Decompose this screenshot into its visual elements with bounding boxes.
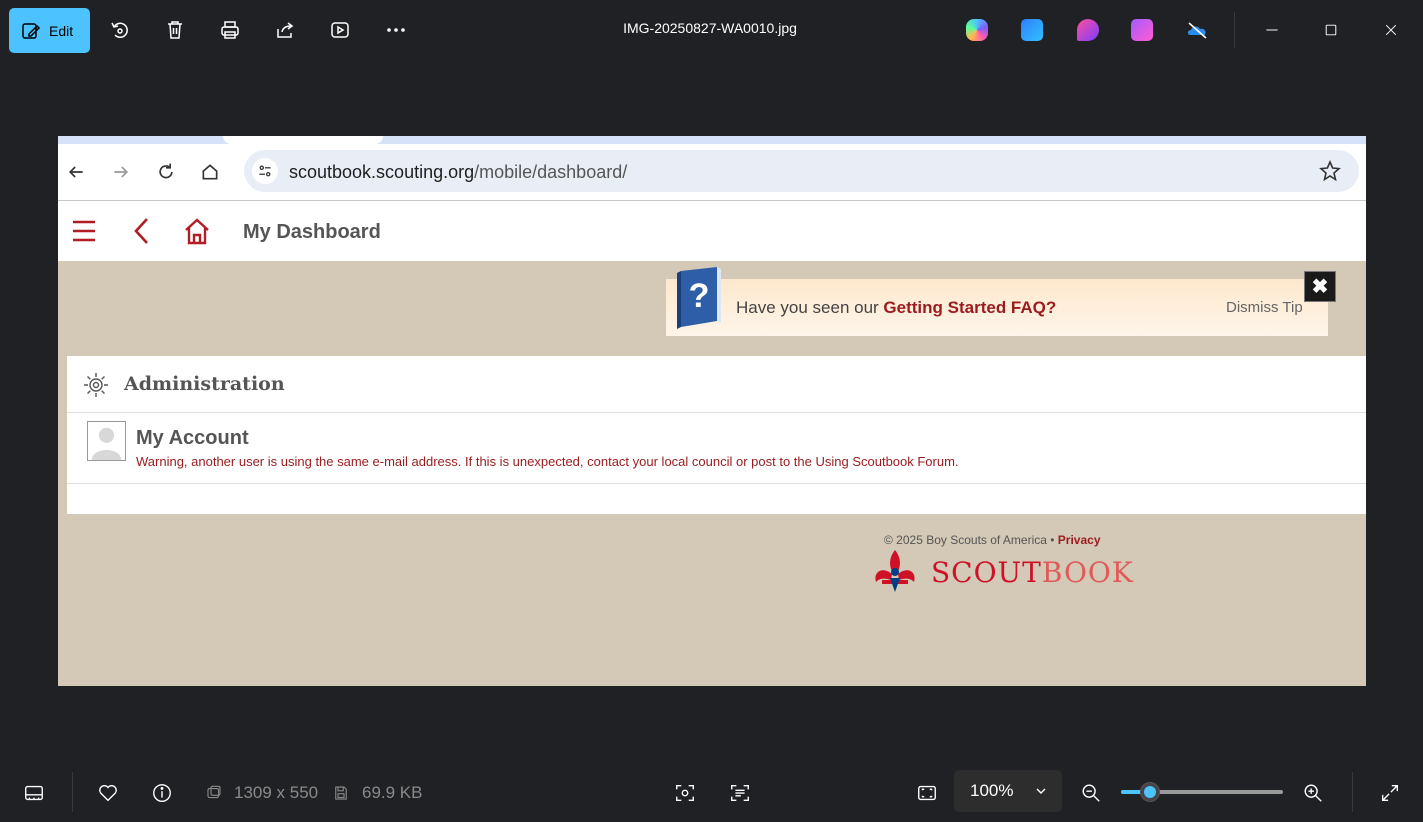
app-header: My Dashboard — [58, 201, 1366, 261]
fit-to-window-icon[interactable] — [915, 781, 939, 805]
administration-title: Administration — [124, 373, 285, 395]
edit-label: Edit — [49, 22, 74, 39]
image-dimensions: 1309 x 550 — [234, 783, 319, 802]
dimensions-icon — [202, 781, 226, 805]
footer-copyright: © 2025 Boy Scouts of America • Privacy — [884, 533, 1101, 547]
help-book-icon: ? — [677, 267, 721, 329]
url-text: scoutbook.scouting.org/mobile/dashboard/ — [289, 162, 628, 182]
window-separator — [1234, 12, 1235, 48]
favorite-heart-icon[interactable] — [96, 781, 120, 805]
gear-icon — [84, 373, 108, 397]
rotate-icon[interactable] — [107, 17, 133, 43]
bookmark-star-icon — [1319, 160, 1341, 182]
info-icon[interactable] — [150, 781, 174, 805]
chevron-down-icon — [1036, 788, 1046, 794]
filmstrip-icon[interactable] — [22, 781, 46, 805]
close-tip-button: ✖ — [1304, 271, 1336, 302]
file-title: IMG-20250827-WA0010.jpg — [623, 20, 797, 36]
onedrive-off-icon[interactable] — [1186, 19, 1208, 41]
site-settings-icon — [252, 158, 278, 184]
zoom-dropdown[interactable]: 100% — [954, 770, 1062, 812]
privacy-link: Privacy — [1057, 533, 1101, 547]
designer-icon[interactable] — [1077, 19, 1099, 41]
minimize-button[interactable] — [1259, 17, 1285, 43]
bottom-toolbar: 1309 x 550 69.9 KB 100% — [0, 762, 1423, 822]
visual-search-icon[interactable] — [673, 781, 697, 805]
zoom-slider-thumb[interactable] — [1140, 782, 1160, 802]
my-account-title: My Account — [136, 427, 249, 449]
delete-icon[interactable] — [162, 17, 188, 43]
slideshow-icon[interactable] — [327, 17, 353, 43]
hamburger-menu-icon — [73, 220, 95, 242]
scoutbook-wordmark: SCOUTBOOK — [931, 556, 1134, 589]
displayed-image: scoutbook.scouting.org/mobile/dashboard/… — [58, 136, 1366, 686]
home-icon — [185, 218, 209, 245]
more-icon[interactable] — [383, 17, 409, 43]
dismiss-tip-link: Dismiss Tip — [1226, 299, 1303, 316]
page-title: My Dashboard — [243, 221, 381, 243]
close-window-button[interactable] — [1378, 17, 1404, 43]
browser-home-icon — [198, 160, 222, 184]
share-icon[interactable] — [272, 17, 298, 43]
browser-back-icon — [64, 160, 88, 184]
copilot-icon[interactable] — [966, 19, 988, 41]
maximize-button[interactable] — [1318, 17, 1344, 43]
file-size-icon — [329, 781, 353, 805]
photos-app-icon[interactable] — [1021, 19, 1043, 41]
zoom-slider[interactable] — [1121, 782, 1283, 802]
edit-icon — [22, 22, 41, 39]
browser-toolbar: scoutbook.scouting.org/mobile/dashboard/ — [58, 144, 1366, 200]
dashboard-panel: Administration My Account Warning, anoth… — [67, 356, 1366, 514]
back-chevron-icon — [134, 218, 148, 244]
zoom-out-icon[interactable] — [1079, 781, 1103, 805]
faq-link: Getting Started FAQ? — [883, 298, 1057, 317]
fullscreen-icon[interactable] — [1378, 781, 1402, 805]
fleur-de-lis-logo — [875, 550, 915, 592]
edit-button[interactable]: Edit — [9, 8, 90, 53]
my-account-row: My Account Warning, another user is usin… — [67, 413, 1366, 484]
tip-banner: Have you seen our Getting Started FAQ? D… — [666, 279, 1328, 336]
browser-forward-icon — [109, 160, 133, 184]
administration-header: Administration — [67, 356, 1366, 413]
avatar — [87, 421, 126, 461]
zoom-in-icon[interactable] — [1301, 781, 1325, 805]
address-bar: scoutbook.scouting.org/mobile/dashboard/ — [244, 150, 1359, 192]
account-warning-text: Warning, another user is using the same … — [136, 454, 959, 469]
tip-text: Have you seen our Getting Started FAQ? — [736, 298, 1057, 317]
clipchamp-icon[interactable] — [1131, 19, 1153, 41]
top-toolbar: Edit IMG-20250827-WA0010.jpg — [0, 0, 1423, 62]
print-icon[interactable] — [217, 17, 243, 43]
file-size: 69.9 KB — [362, 783, 423, 802]
browser-tabstrip — [58, 136, 1366, 144]
svg-text:?: ? — [689, 277, 710, 315]
browser-reload-icon — [154, 160, 178, 184]
text-scan-icon[interactable] — [728, 781, 752, 805]
zoom-value: 100% — [970, 781, 1014, 800]
